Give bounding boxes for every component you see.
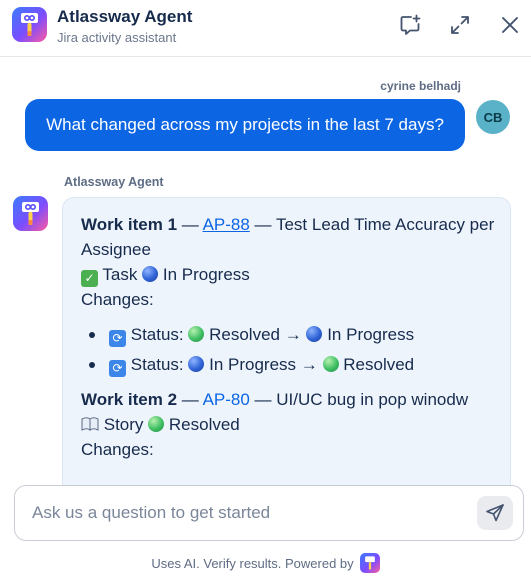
close-button[interactable] (496, 11, 524, 39)
status-green-circle-icon (148, 416, 165, 432)
sync-icon: ⟳ (109, 330, 126, 347)
expand-button[interactable] (446, 11, 474, 39)
atlassway-logo-icon (12, 7, 47, 42)
work-item-type: Story (103, 415, 144, 434)
change-from: Resolved (209, 325, 280, 344)
work-item-heading: Work item 1 — AP-88 — Test Lead Time Acc… (81, 215, 495, 259)
change-to: In Progress (327, 325, 415, 344)
changes-label: Changes: (81, 290, 154, 309)
changes-label: Changes: (81, 440, 154, 459)
new-chat-icon (400, 14, 421, 35)
status-blue-circle-icon (306, 326, 323, 342)
check-box-icon: ✓ (81, 270, 98, 287)
app-title: Atlassway Agent (57, 7, 193, 26)
work-item-label: Work item 2 (81, 390, 178, 409)
agent-message-author: Atlassway Agent (64, 175, 164, 189)
change-list-item: ⟳ Status: Resolved → In Progress (81, 322, 501, 347)
app-subtitle: Jira activity assistant (57, 30, 177, 45)
send-icon (486, 504, 504, 522)
agent-message-bubble: Work item 1 — AP-88 — Test Lead Time Acc… (62, 197, 511, 487)
new-chat-button[interactable] (396, 11, 424, 39)
expand-icon (451, 16, 469, 34)
change-from: In Progress (209, 355, 297, 374)
change-field: Status: (130, 355, 184, 374)
status-blue-circle-icon (142, 266, 159, 282)
work-item-label: Work item 1 (81, 215, 178, 234)
status-green-circle-icon (188, 326, 205, 342)
issue-key-link[interactable]: AP-88 (203, 215, 250, 234)
agent-message-content: Work item 1 — AP-88 — Test Lead Time Acc… (81, 212, 501, 462)
issue-key-link[interactable]: AP-80 (203, 390, 250, 409)
change-to: Resolved (343, 355, 415, 374)
sync-icon: ⟳ (109, 360, 126, 377)
work-item-type: Task (102, 265, 138, 284)
change-field: Status: (130, 325, 184, 344)
book-icon (81, 417, 99, 431)
chat-header: Atlassway Agent Jira activity assistant (0, 0, 531, 57)
work-item-title: UI/UC bug in pop winodw (276, 390, 469, 409)
change-list-item: ⟳ Status: In Progress → Resolved (81, 352, 501, 377)
message-input[interactable] (32, 500, 462, 526)
close-icon (502, 17, 518, 33)
work-item-meta: Story Resolved (81, 412, 501, 437)
user-message-author: cyrine belhadj (380, 79, 461, 93)
arrow: → (300, 355, 318, 374)
agent-avatar-icon (13, 196, 48, 231)
work-item-status: In Progress (162, 265, 250, 284)
work-item-status: Resolved (168, 415, 240, 434)
work-item-heading: Work item 2 — AP-80 — UI/UC bug in pop w… (81, 390, 469, 409)
status-blue-circle-icon (188, 356, 205, 372)
arrow: → (284, 325, 302, 344)
user-avatar: CB (476, 100, 510, 134)
user-message-text: What changed across my projects in the l… (46, 115, 444, 134)
footer-text: Uses AI. Verify results. Powered by (151, 555, 354, 571)
footer: Uses AI. Verify results. Powered by (0, 552, 531, 574)
send-button[interactable] (477, 496, 513, 530)
status-green-circle-icon (322, 356, 339, 372)
message-composer (14, 485, 524, 541)
work-item-meta: ✓ Task In Progress (81, 262, 501, 287)
atlassway-logo-icon (359, 553, 380, 573)
user-message-bubble: What changed across my projects in the l… (25, 99, 465, 151)
